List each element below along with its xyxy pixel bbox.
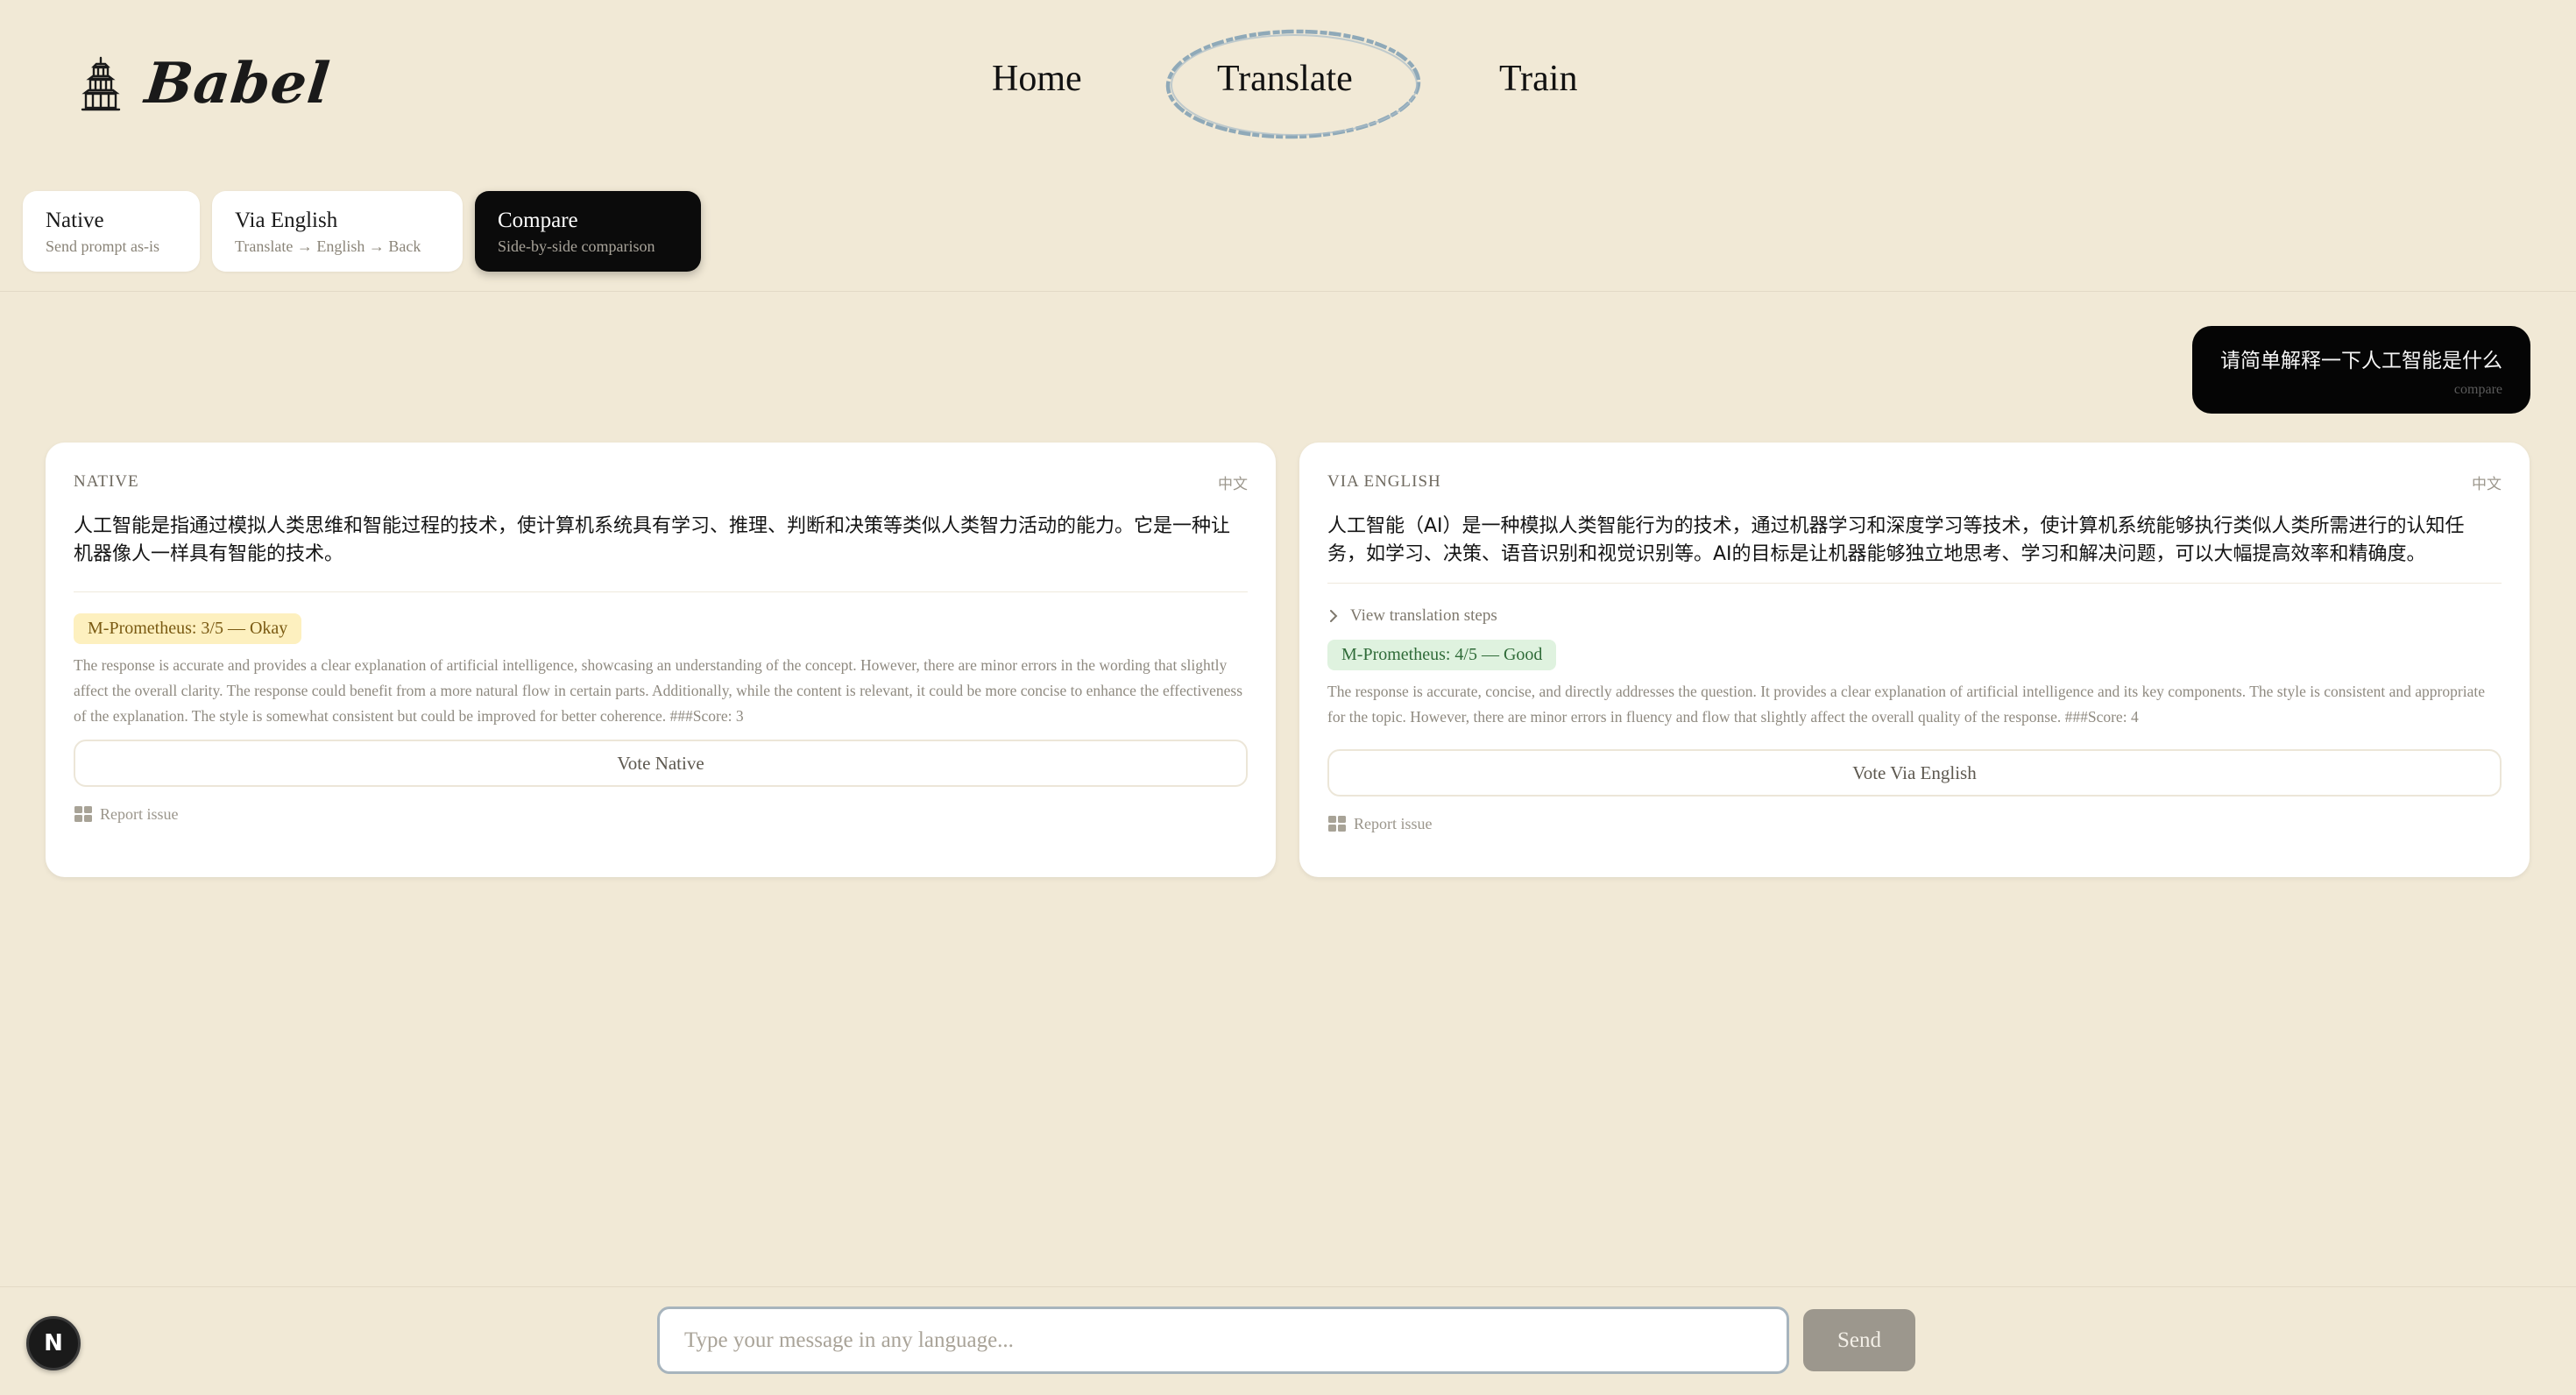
response-text: 人工智能是指通过模拟人类思维和智能过程的技术，使计算机系统具有学习、推理、判断和… xyxy=(74,515,1231,565)
native-response-card: NATIVE 中文 人工智能是指通过模拟人类思维和智能过程的技术，使计算机系统具… xyxy=(46,443,1276,877)
score-feedback: The response is accurate and provides a … xyxy=(74,656,1243,725)
mode-selector: Native Send prompt as-is Via English Tra… xyxy=(23,191,701,272)
mode-via-english-button[interactable]: Via English Translate → English → Back xyxy=(212,191,463,272)
report-issue-label: Report issue xyxy=(100,804,179,823)
response-text: 人工智能（AI）是一种模拟人类智能行为的技术，通过机器学习和深度学习等技术，使计… xyxy=(1327,515,2465,565)
nav-home[interactable]: Home xyxy=(992,58,1082,100)
card-divider xyxy=(1327,583,2502,584)
message-input[interactable] xyxy=(657,1306,1789,1374)
view-translation-steps-toggle[interactable]: View translation steps xyxy=(1327,606,2502,626)
nav-translate[interactable]: Translate xyxy=(1217,58,1353,100)
send-button[interactable]: Send xyxy=(1803,1309,1915,1371)
chevron-right-icon xyxy=(1330,610,1338,622)
user-message-bubble: 请简单解释一下人工智能是什么 compare xyxy=(2192,326,2530,414)
mode-subtitle: Send prompt as-is xyxy=(46,237,159,255)
mode-title: Native xyxy=(46,209,104,232)
score-feedback: The response is accurate, concise, and d… xyxy=(1327,683,2485,726)
user-message-mode-tag: compare xyxy=(2453,382,2502,397)
report-issue-label: Report issue xyxy=(1354,814,1433,832)
card-divider xyxy=(74,591,1248,592)
mode-subtitle: Side-by-side comparison xyxy=(498,237,655,255)
mode-title: Compare xyxy=(498,209,578,232)
score-badge: M-Prometheus: 3/5 — Okay xyxy=(74,613,302,644)
mode-title: Via English xyxy=(235,209,338,232)
avatar[interactable]: N xyxy=(26,1316,81,1370)
report-issue-link[interactable]: Report issue xyxy=(74,804,1248,824)
app-header: Babel Home Translate Train xyxy=(0,0,2576,166)
vote-native-button[interactable]: Vote Native xyxy=(74,740,1248,787)
composer-divider xyxy=(0,1286,2576,1287)
via-english-response-card: VIA ENGLISH 中文 人工智能（AI）是一种模拟人类智能行为的技术，通过… xyxy=(1299,443,2530,877)
card-label: NATIVE xyxy=(74,472,139,491)
card-header: VIA ENGLISH 中文 xyxy=(1327,469,2502,495)
pagoda-icon xyxy=(81,56,121,110)
main-nav: Home Translate Train xyxy=(964,26,1665,140)
card-header: NATIVE 中文 xyxy=(74,469,1248,495)
card-label: VIA ENGLISH xyxy=(1327,472,1441,491)
user-message-text: 请简单解释一下人工智能是什么 xyxy=(2220,350,2502,372)
view-translation-steps-label: View translation steps xyxy=(1350,606,1497,625)
card-language: 中文 xyxy=(1218,475,1248,493)
grid-icon xyxy=(1328,816,1346,832)
grid-icon xyxy=(74,806,92,822)
brand-logo[interactable]: Babel xyxy=(81,51,333,117)
report-issue-link[interactable]: Report issue xyxy=(1327,814,2502,833)
mode-native-button[interactable]: Native Send prompt as-is xyxy=(23,191,200,272)
mode-subtitle: Translate → English → Back xyxy=(235,237,421,255)
score-badge: M-Prometheus: 4/5 — Good xyxy=(1327,640,1557,670)
card-language: 中文 xyxy=(2472,475,2502,493)
header-divider xyxy=(0,291,2576,292)
brand-name: Babel xyxy=(142,51,334,117)
vote-via-english-button[interactable]: Vote Via English xyxy=(1327,749,2502,797)
mode-compare-button[interactable]: Compare Side-by-side comparison xyxy=(475,191,701,272)
nav-train[interactable]: Train xyxy=(1499,58,1577,100)
